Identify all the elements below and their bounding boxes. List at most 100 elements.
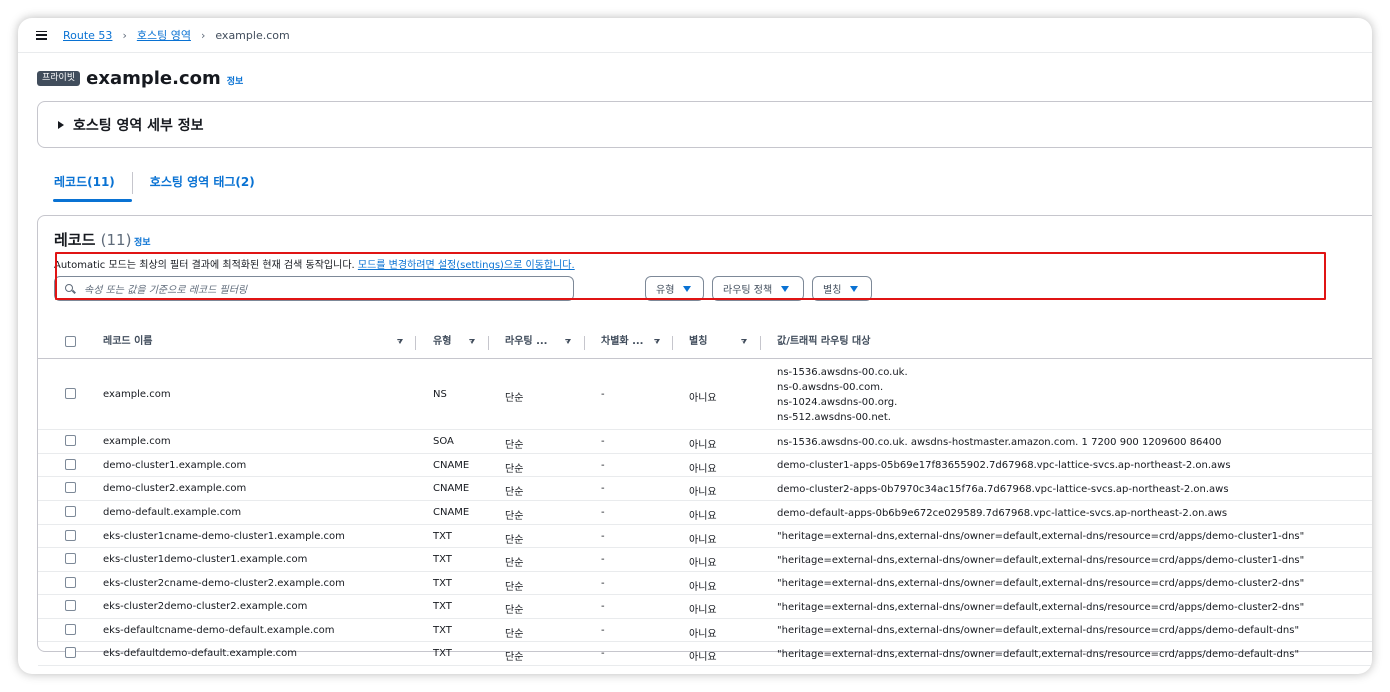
table-row[interactable]: eks-cluster2demo-cluster2.example.com TXT… <box>38 595 1372 619</box>
record-name-cell: eks-cluster1cname-demo-cluster1.example.… <box>103 530 345 542</box>
row-checkbox[interactable] <box>65 647 76 658</box>
table-row[interactable]: eks-cluster1cname-demo-cluster1.example.… <box>38 525 1372 548</box>
hosted-zone-details-expander[interactable]: 호스팅 영역 세부 정보 <box>37 101 1372 148</box>
record-value-cell: ns-1536.awsdns-00.co.uk. awsdns-hostmast… <box>777 435 1222 450</box>
column-separator[interactable] <box>415 336 416 350</box>
row-checkbox[interactable] <box>65 600 76 611</box>
routing-policy-cell: 단순 <box>505 652 524 663</box>
column-separator[interactable] <box>584 336 585 350</box>
breadcrumb-hosted-zones[interactable]: 호스팅 영역 <box>137 27 191 43</box>
sort-icon[interactable] <box>654 339 660 344</box>
table-row[interactable]: demo-default.example.com CNAME 단순 - 아니요 demo-… <box>38 501 1372 525</box>
record-value-cell: demo-cluster2-apps-0b7970c34ac15f76a.7d6… <box>777 482 1229 497</box>
type-filter-dropdown[interactable]: 유형 <box>645 276 704 301</box>
column-header-type[interactable]: 유형 <box>433 328 451 356</box>
column-header-alias[interactable]: 별칭 <box>689 328 707 356</box>
record-type-cell: CNAME <box>433 507 470 518</box>
differentiator-cell: - <box>601 459 605 471</box>
records-description-text: Automatic 모드는 최상의 필터 결과에 최적화된 현재 검색 동작입니… <box>54 260 355 271</box>
row-checkbox[interactable] <box>65 553 76 564</box>
alias-filter-dropdown[interactable]: 별칭 <box>812 276 872 301</box>
record-name-cell: eks-defaultdemo-default.example.com <box>103 648 298 659</box>
routing-policy-filter-dropdown[interactable]: 라우팅 정책 <box>712 276 804 301</box>
table-row[interactable]: eks-cluster1demo-cluster1.example.com TXT… <box>38 548 1372 572</box>
record-name-cell: example.com <box>103 388 171 400</box>
record-value-line: "heritage=external-dns,external-dns/owne… <box>777 531 1305 542</box>
info-link[interactable]: 정보 <box>227 74 244 87</box>
tab-records[interactable]: 레코드(11) <box>37 170 132 202</box>
records-info-link[interactable]: 정보 <box>134 235 151 248</box>
record-value-line: "heritage=external-dns,external-dns/owne… <box>777 648 1300 660</box>
record-value-cell: "heritage=external-dns,external-dns/owne… <box>777 600 1304 615</box>
caret-down-icon <box>683 285 692 292</box>
routing-policy-filter-label: 라우팅 정책 <box>723 285 773 296</box>
page-title: example.com <box>86 68 221 89</box>
row-checkbox[interactable] <box>65 482 76 493</box>
caret-down-icon <box>781 285 790 292</box>
row-divider <box>38 665 1372 666</box>
sort-icon[interactable] <box>741 339 747 344</box>
column-header-name[interactable]: 레코드 이름 <box>103 328 152 356</box>
private-badge: 프라이빗 <box>37 71 81 86</box>
record-value-line: "heritage=external-dns,external-dns/owne… <box>777 554 1305 566</box>
differentiator-cell: - <box>601 507 605 518</box>
record-name-cell: eks-cluster2demo-cluster2.example.com <box>103 601 308 612</box>
differentiator-cell: - <box>601 554 605 565</box>
record-type-cell: TXT <box>433 530 452 542</box>
table-row[interactable]: demo-cluster1.example.com CNAME 단순 - 아니요 demo… <box>38 454 1372 477</box>
table-row[interactable]: example.com SOA 단순 - 아니요 ns-1536.awsdns-00.co… <box>38 430 1372 454</box>
table-row[interactable]: eks-defaultcname-demo-default.example.co… <box>38 619 1372 642</box>
breadcrumb-route53[interactable]: Route 53 <box>63 29 112 42</box>
record-type-cell: TXT <box>433 624 452 636</box>
record-value-cell: "heritage=external-dns,external-dns/owne… <box>777 576 1304 591</box>
routing-policy-cell: 단순 <box>505 392 524 404</box>
sort-icon[interactable] <box>565 339 571 344</box>
row-checkbox[interactable] <box>65 388 76 399</box>
settings-link[interactable]: 모드를 변경하려면 설정(settings)으로 이동합니다. <box>358 260 575 271</box>
record-name-cell: eks-cluster1demo-cluster1.example.com <box>103 554 308 565</box>
row-checkbox[interactable] <box>65 506 76 517</box>
row-checkbox[interactable] <box>65 459 76 470</box>
sort-icon[interactable] <box>469 339 475 344</box>
record-type-cell: TXT <box>433 577 452 589</box>
row-checkbox[interactable] <box>65 530 76 541</box>
record-value-line: ns-1536.awsdns-00.co.uk. awsdns-hostmast… <box>777 436 1222 448</box>
records-panel: 레코드 (11) 정보 Automatic 모드는 최상의 필터 결과에 최적화… <box>37 215 1372 666</box>
table-row[interactable]: demo-cluster2.example.com CNAME 단순 - 아니요 demo… <box>38 477 1372 501</box>
records-description: Automatic 모드는 최상의 필터 결과에 최적화된 현재 검색 동작입니… <box>54 256 575 271</box>
menu-icon[interactable] <box>36 30 47 40</box>
column-header-differentiator[interactable]: 차별화 ... <box>601 328 643 356</box>
sort-icon[interactable] <box>397 339 403 344</box>
chevron-right-icon: › <box>200 28 206 42</box>
record-value-line: ns-1536.awsdns-00.co.uk. <box>777 367 908 378</box>
record-type-cell: SOA <box>433 436 454 447</box>
differentiator-cell: - <box>601 388 605 400</box>
alias-cell: 아니요 <box>689 463 717 475</box>
record-name-cell: demo-cluster2.example.com <box>103 483 247 494</box>
column-separator[interactable] <box>760 336 761 350</box>
app-window: Route 53 › 호스팅 영역 › example.com 프라이빗 exa… <box>18 18 1372 674</box>
record-value-cell: "heritage=external-dns,external-dns/owne… <box>777 529 1304 544</box>
row-checkbox[interactable] <box>65 624 76 635</box>
differentiator-cell: - <box>601 648 605 659</box>
table-row[interactable]: eks-defaultdemo-default.example.com TXT 단순… <box>38 642 1372 666</box>
alias-cell: 아니요 <box>689 605 717 616</box>
row-checkbox[interactable] <box>65 577 76 588</box>
table-row[interactable]: example.com NS 단순 - 아니요 ns-1536.awsdns-00.co.… <box>38 359 1372 430</box>
column-separator[interactable] <box>488 336 489 350</box>
routing-policy-cell: 단순 <box>505 605 524 616</box>
records-count: (11) <box>100 231 132 249</box>
table-row[interactable]: eks-cluster2cname-demo-cluster2.example.… <box>38 572 1372 595</box>
column-header-routing[interactable]: 라우팅 ... <box>505 328 547 356</box>
select-all-checkbox[interactable] <box>65 336 76 347</box>
search-icon <box>65 283 75 294</box>
row-checkbox[interactable] <box>65 435 76 446</box>
record-name-cell: example.com <box>103 436 171 447</box>
differentiator-cell: - <box>601 577 605 589</box>
caret-down-icon <box>850 285 859 292</box>
column-separator[interactable] <box>672 336 673 350</box>
records-search-input[interactable]: 속성 또는 값을 기준으로 레코드 필터링 <box>54 276 574 301</box>
tab-bar: 레코드(11) 호스팅 영역 태그(2) <box>37 170 1372 202</box>
tab-hosted-zone-tags[interactable]: 호스팅 영역 태그(2) <box>133 170 272 202</box>
column-header-value[interactable]: 값/트래픽 라우팅 대상 <box>777 328 870 356</box>
